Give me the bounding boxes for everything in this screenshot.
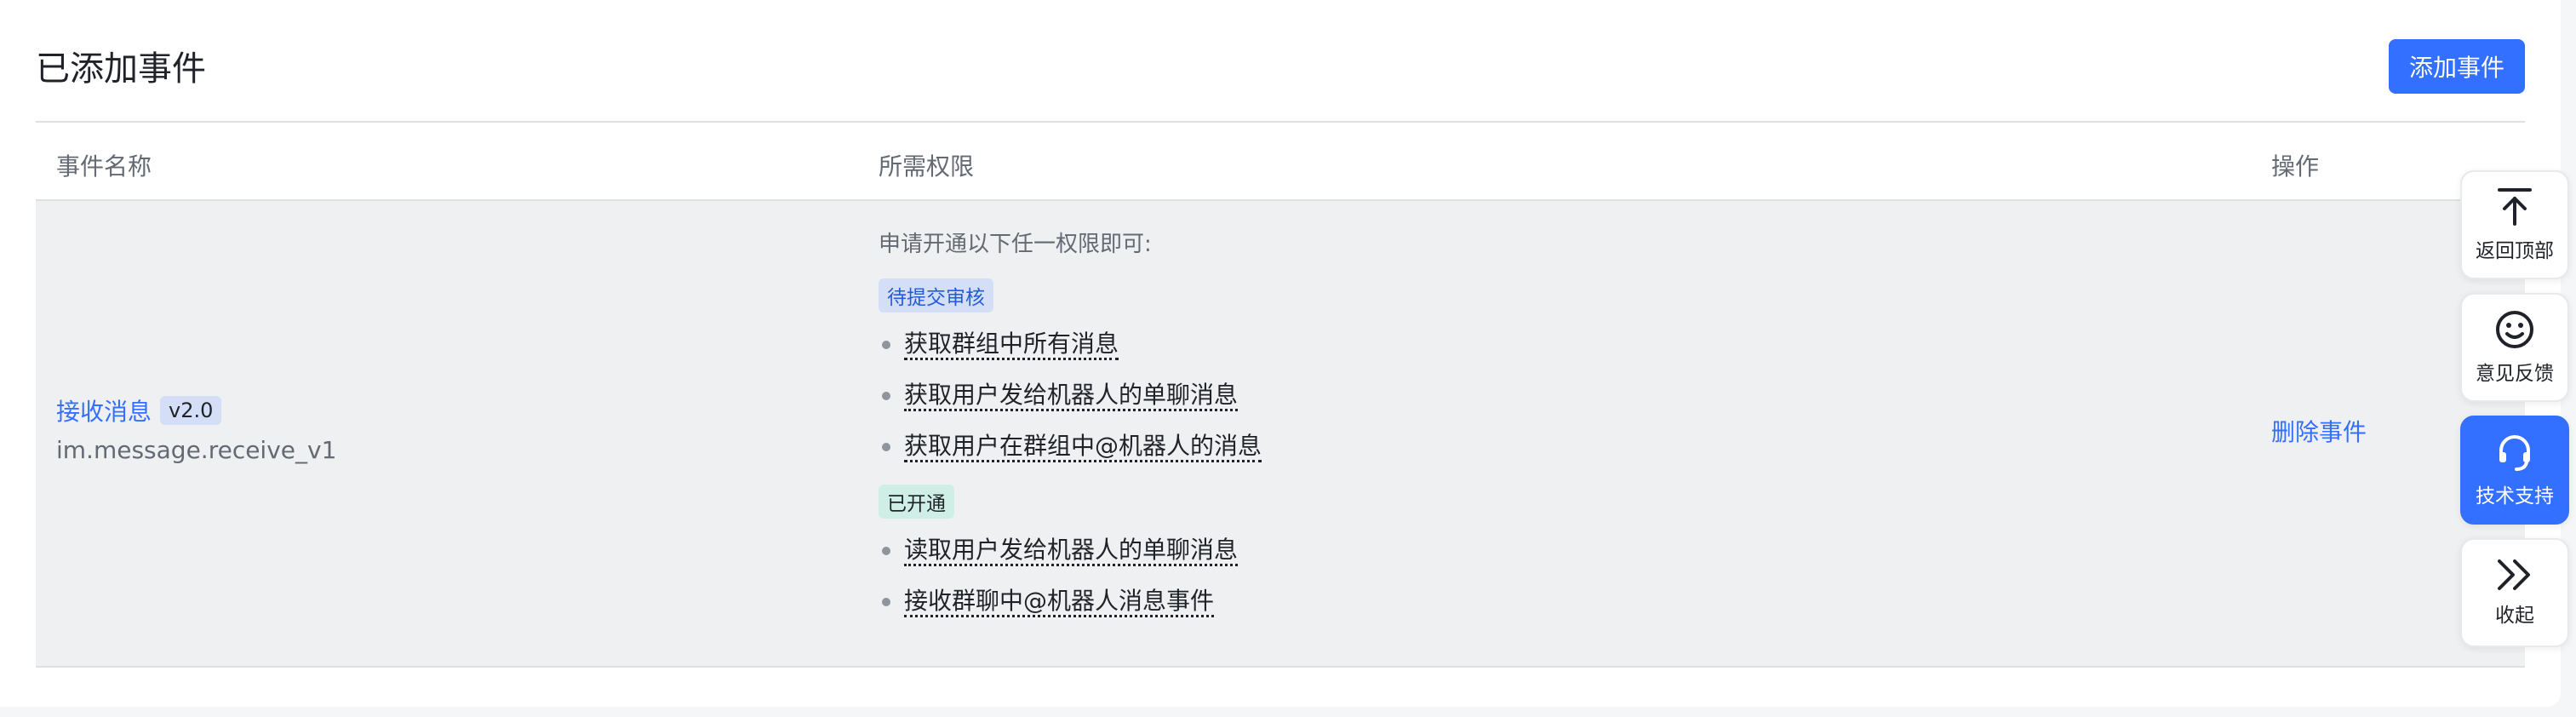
feedback-label: 意见反馈 — [2476, 363, 2554, 385]
bullet-dot — [882, 598, 890, 606]
smiley-face-icon — [2496, 311, 2533, 348]
bullet-dot — [882, 341, 890, 349]
collapse-label: 收起 — [2495, 605, 2534, 627]
pending-permission-list: 获取群组中所有消息 获取用户发给机器人的单聊消息 获取用户在群组中@机器人的消息 — [879, 319, 1262, 473]
list-item: 读取用户发给机器人的单聊消息 — [879, 525, 1262, 576]
event-id: im.message.receive_v1 — [56, 436, 337, 464]
event-name-link[interactable]: 接收消息 — [56, 393, 152, 427]
list-item: 接收群聊中@机器人消息事件 — [879, 576, 1262, 628]
column-header-permissions: 所需权限 — [879, 152, 975, 181]
back-to-top-label: 返回顶部 — [2476, 240, 2554, 262]
permission-link[interactable]: 接收群聊中@机器人消息事件 — [904, 587, 1215, 617]
table-row: 接收消息 v2.0 im.message.receive_v1 申请开通以下任一… — [36, 201, 2525, 668]
bullet-dot — [882, 547, 890, 555]
bullet-dot — [882, 392, 890, 400]
permission-intro: 申请开通以下任一权限即可: — [879, 232, 1152, 257]
version-badge: v2.0 — [160, 396, 222, 425]
list-item: 获取用户在群组中@机器人的消息 — [879, 422, 1262, 473]
bullet-dot — [882, 443, 890, 451]
event-cell: 接收消息 v2.0 im.message.receive_v1 — [56, 393, 336, 464]
back-to-top-button[interactable]: 返回顶部 — [2460, 170, 2569, 279]
tech-support-button[interactable]: 技术支持 — [2460, 416, 2569, 525]
permissions-cell: 申请开通以下任一权限即可: 待提交审核 获取群组中所有消息 获取用户发给机器人的… — [879, 227, 1262, 628]
pending-review-tag: 待提交审核 — [879, 278, 993, 313]
headset-icon — [2499, 435, 2530, 471]
delete-event-link[interactable]: 删除事件 — [2271, 414, 2367, 448]
arrow-up-to-top-icon — [2498, 188, 2532, 226]
permission-link[interactable]: 读取用户发给机器人的单聊消息 — [904, 536, 1239, 566]
collapse-button[interactable]: 收起 — [2460, 538, 2569, 647]
permission-link[interactable]: 获取群组中所有消息 — [904, 330, 1119, 360]
section-title: 已添加事件 — [36, 49, 206, 89]
list-item: 获取用户发给机器人的单聊消息 — [879, 370, 1262, 422]
column-header-event-name: 事件名称 — [56, 152, 152, 181]
add-event-button[interactable]: 添加事件 — [2389, 39, 2525, 94]
feedback-button[interactable]: 意见反馈 — [2460, 293, 2569, 402]
enabled-permission-list: 读取用户发给机器人的单聊消息 接收群聊中@机器人消息事件 — [879, 525, 1262, 628]
events-card: 已添加事件 添加事件 事件名称 所需权限 操作 接收消息 v2.0 im.mes… — [0, 0, 2561, 707]
permission-link[interactable]: 获取用户在群组中@机器人的消息 — [904, 432, 1262, 462]
list-item: 获取群组中所有消息 — [879, 319, 1262, 370]
double-chevron-right-icon — [2498, 559, 2530, 590]
permission-link[interactable]: 获取用户发给机器人的单聊消息 — [904, 381, 1239, 411]
enabled-tag: 已开通 — [879, 485, 954, 519]
events-table: 事件名称 所需权限 操作 接收消息 v2.0 im.message.receiv… — [36, 121, 2525, 668]
table-header: 事件名称 所需权限 操作 — [36, 121, 2525, 201]
column-header-actions: 操作 — [2271, 152, 2320, 181]
tech-support-label: 技术支持 — [2476, 485, 2554, 508]
